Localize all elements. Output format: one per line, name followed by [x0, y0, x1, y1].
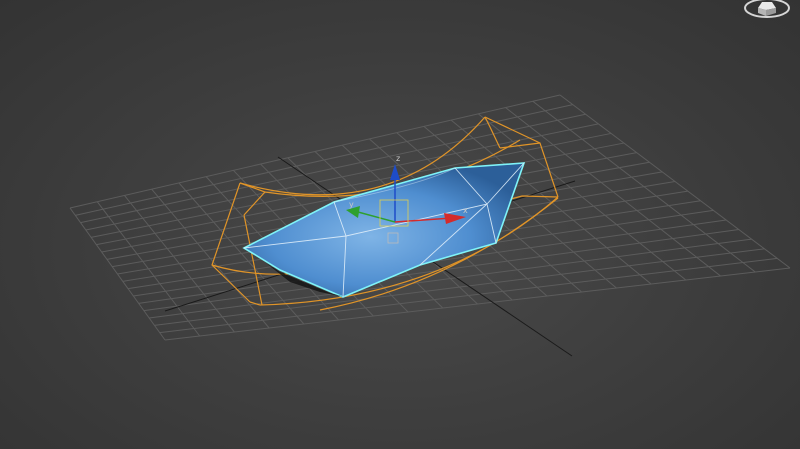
viewcube-icon[interactable] [742, 0, 792, 22]
x-axis-label: x [463, 206, 468, 215]
grid-line [154, 248, 765, 326]
z-axis-label: z [396, 154, 400, 163]
grid-line [559, 94, 791, 269]
viewport-scene[interactable]: z x y [0, 0, 800, 449]
y-axis-label: y [349, 200, 354, 209]
perspective-viewport[interactable]: z x y [0, 0, 800, 449]
